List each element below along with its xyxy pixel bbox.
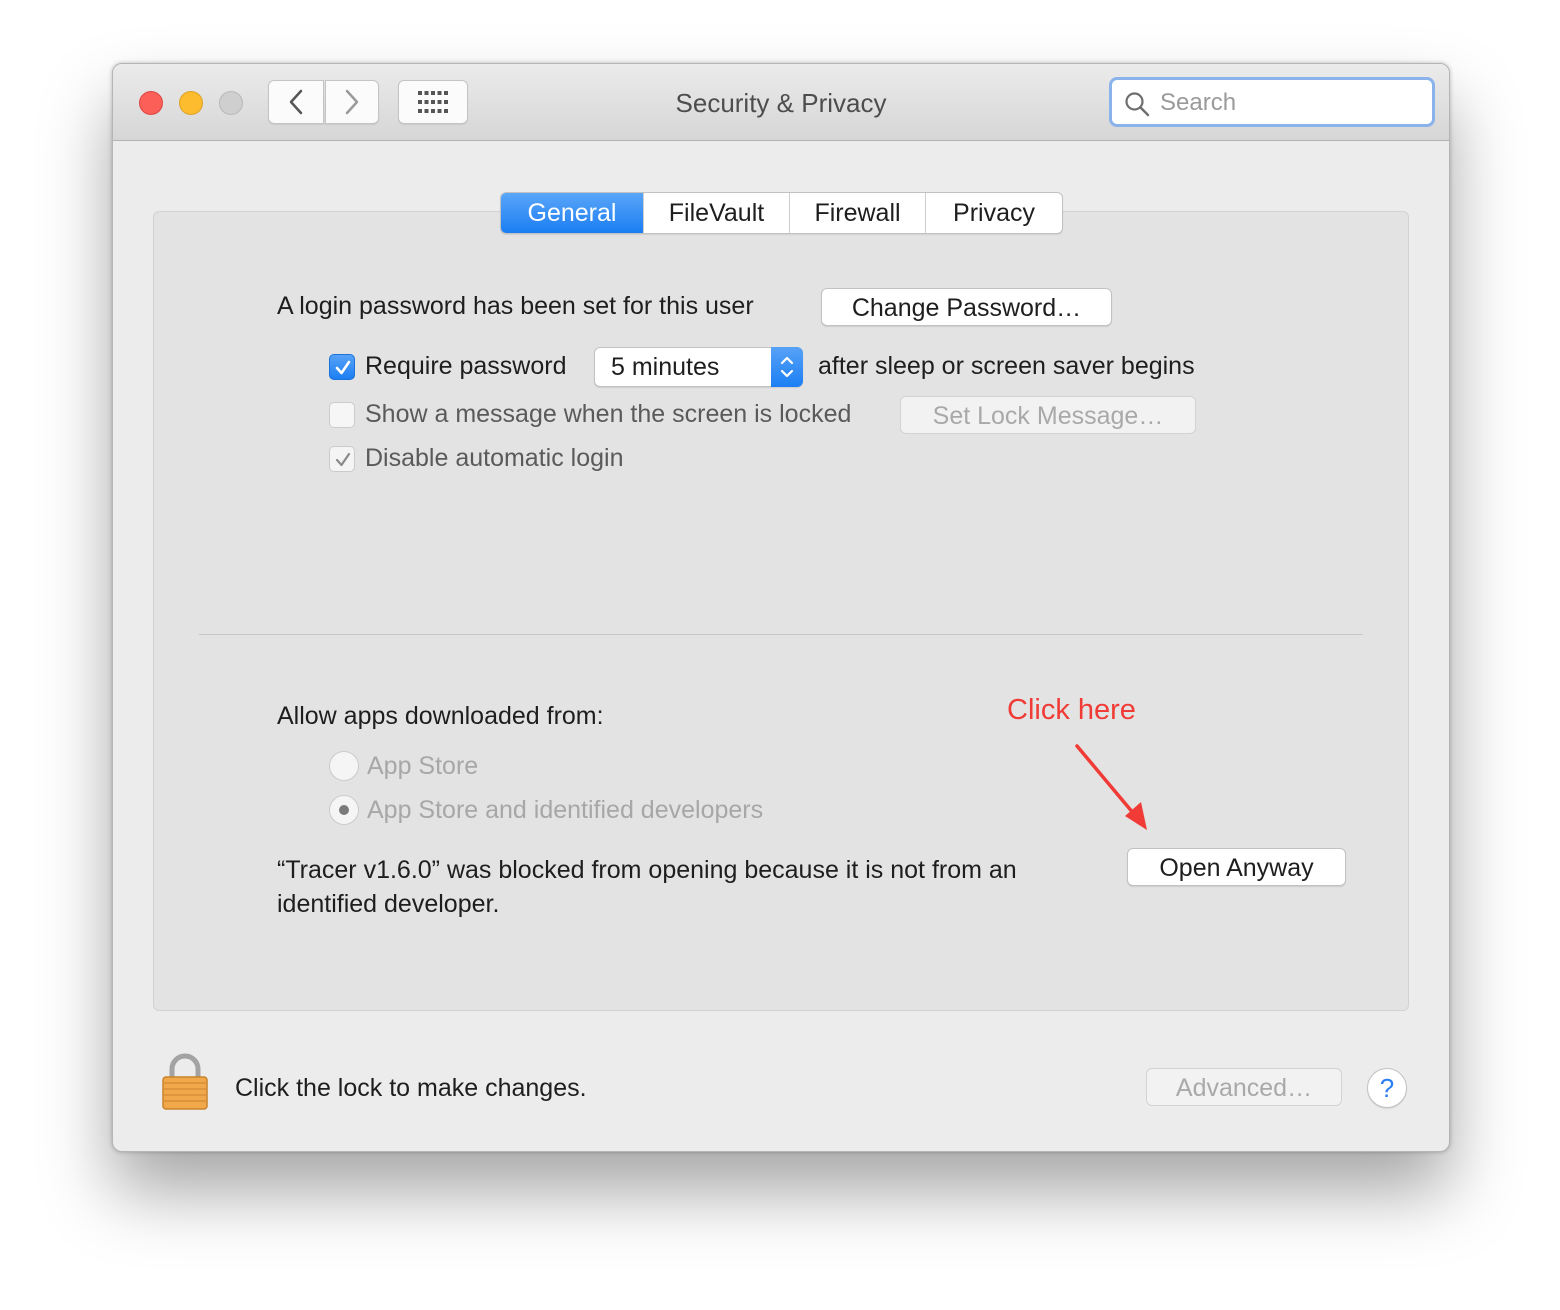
blocked-message-line1: “Tracer v1.6.0” was blocked from opening… xyxy=(277,856,1017,884)
search-field[interactable] xyxy=(1109,77,1435,127)
tab-bar: General FileVault Firewall Privacy xyxy=(500,192,1063,234)
lock-message: Click the lock to make changes. xyxy=(235,1074,587,1102)
login-password-label: A login password has been set for this u… xyxy=(277,292,754,320)
disable-auto-login-checkbox xyxy=(329,446,355,472)
title-bar: Security & Privacy xyxy=(113,64,1449,141)
checkmark-icon xyxy=(335,360,351,375)
open-anyway-button[interactable]: Open Anyway xyxy=(1127,848,1346,886)
section-divider xyxy=(199,634,1363,635)
search-input[interactable] xyxy=(1158,86,1422,120)
radio-identified-developers-label: App Store and identified developers xyxy=(367,796,764,824)
require-password-checkbox[interactable] xyxy=(329,354,355,380)
radio-app-store-label: App Store xyxy=(367,752,479,780)
allow-apps-heading: Allow apps downloaded from: xyxy=(277,702,604,730)
show-message-label: Show a message when the screen is locked xyxy=(365,400,852,428)
preferences-window: Security & Privacy General FileVault Fir… xyxy=(112,63,1450,1152)
annotation-text: Click here xyxy=(1007,694,1136,726)
require-password-label: Require password xyxy=(365,352,567,380)
advanced-button: Advanced… xyxy=(1146,1068,1342,1106)
help-button[interactable]: ? xyxy=(1367,1068,1407,1108)
chevron-updown-icon xyxy=(780,356,794,378)
set-lock-message-button: Set Lock Message… xyxy=(900,396,1196,434)
tab-general[interactable]: General xyxy=(501,193,644,233)
tab-firewall[interactable]: Firewall xyxy=(790,193,926,233)
show-message-checkbox[interactable] xyxy=(329,402,355,428)
disable-auto-login-label: Disable automatic login xyxy=(365,444,624,472)
checkmark-icon xyxy=(335,452,351,467)
radio-app-store xyxy=(329,751,359,781)
annotation-arrow-icon xyxy=(1075,744,1147,830)
lock-icon[interactable] xyxy=(161,1053,209,1116)
tab-filevault[interactable]: FileVault xyxy=(644,193,790,233)
search-icon xyxy=(1125,92,1150,117)
blocked-message-line2: identified developer. xyxy=(277,890,500,918)
password-delay-value: 5 minutes xyxy=(611,353,720,381)
popup-arrows xyxy=(771,347,803,387)
password-delay-select[interactable]: 5 minutes xyxy=(594,347,803,387)
radio-selected-dot xyxy=(339,805,349,815)
change-password-button[interactable]: Change Password… xyxy=(821,288,1112,326)
require-password-suffix: after sleep or screen saver begins xyxy=(818,352,1195,380)
tab-privacy[interactable]: Privacy xyxy=(926,193,1062,233)
radio-identified-developers xyxy=(329,795,359,825)
